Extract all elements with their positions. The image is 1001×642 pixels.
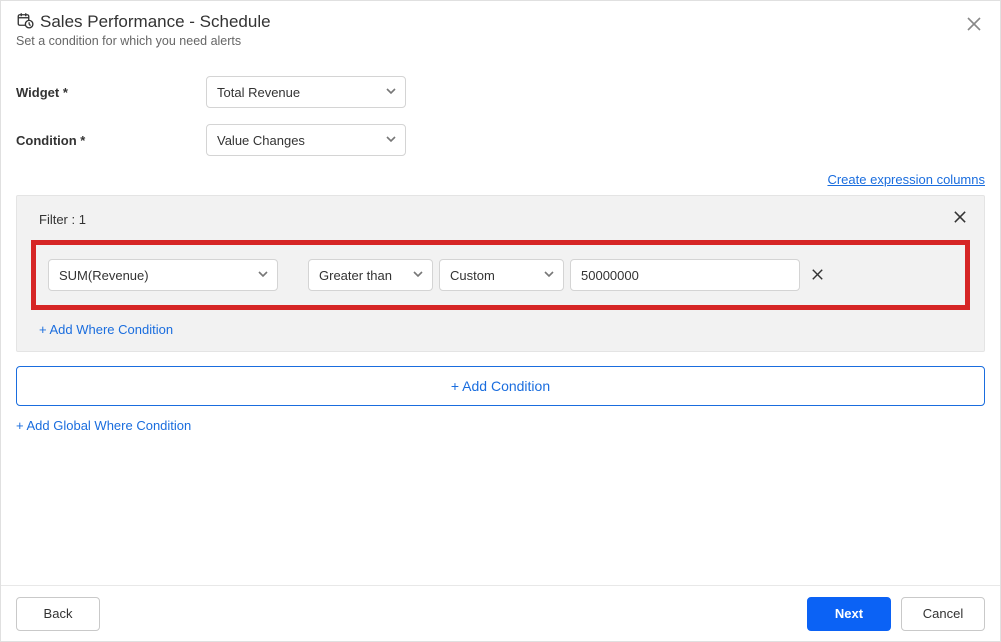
value-input[interactable] xyxy=(570,259,800,291)
add-global-where-link[interactable]: + Add Global Where Condition xyxy=(16,418,191,433)
close-icon[interactable] xyxy=(963,11,985,40)
page-subtitle: Set a condition for which you need alert… xyxy=(16,34,963,48)
condition-row: Condition * Value Changes xyxy=(16,124,985,156)
filter-title: Filter : 1 xyxy=(39,212,86,227)
column-value: SUM(Revenue) xyxy=(59,268,149,283)
filter-panel: Filter : 1 SUM(Revenue) xyxy=(16,195,985,352)
add-where-condition-link[interactable]: + Add Where Condition xyxy=(31,322,173,337)
dialog-footer: Back Next Cancel xyxy=(1,585,1000,641)
condition-value: Value Changes xyxy=(217,133,305,148)
widget-select[interactable]: Total Revenue xyxy=(206,76,406,108)
filter-value-group: Greater than Custom xyxy=(308,259,829,291)
widget-label: Widget * xyxy=(16,85,206,100)
form-area: Widget * Total Revenue Condition * Value… xyxy=(16,76,985,156)
filter-column-group: SUM(Revenue) xyxy=(48,259,278,291)
cancel-label: Cancel xyxy=(923,606,963,621)
column-select[interactable]: SUM(Revenue) xyxy=(48,259,278,291)
condition-label: Condition * xyxy=(16,133,206,148)
add-condition-label: + Add Condition xyxy=(451,378,550,394)
chevron-down-icon xyxy=(543,268,555,283)
widget-value: Total Revenue xyxy=(217,85,300,100)
value-type-select[interactable]: Custom xyxy=(439,259,564,291)
chevron-down-icon xyxy=(257,268,269,283)
widget-row: Widget * Total Revenue xyxy=(16,76,985,108)
calendar-clock-icon xyxy=(16,11,34,32)
header-left: Sales Performance - Schedule Set a condi… xyxy=(16,11,963,48)
dialog-header: Sales Performance - Schedule Set a condi… xyxy=(16,11,985,48)
create-expression-columns-link[interactable]: Create expression columns xyxy=(827,172,985,187)
chevron-down-icon xyxy=(385,85,397,100)
operator-select[interactable]: Greater than xyxy=(308,259,433,291)
chevron-down-icon xyxy=(385,133,397,148)
chevron-down-icon xyxy=(412,268,424,283)
filter-condition-row-highlight: SUM(Revenue) Greater than Custom xyxy=(31,240,970,310)
schedule-dialog: Sales Performance - Schedule Set a condi… xyxy=(0,0,1001,642)
dialog-body: Sales Performance - Schedule Set a condi… xyxy=(1,1,1000,585)
expression-link-row: Create expression columns xyxy=(16,172,985,187)
operator-value: Greater than xyxy=(319,268,392,283)
next-button[interactable]: Next xyxy=(807,597,891,631)
condition-select[interactable]: Value Changes xyxy=(206,124,406,156)
filter-header: Filter : 1 xyxy=(31,206,970,232)
footer-right: Next Cancel xyxy=(807,597,985,631)
remove-filter-button[interactable] xyxy=(950,206,970,232)
next-label: Next xyxy=(835,606,863,621)
add-condition-button[interactable]: + Add Condition xyxy=(16,366,985,406)
back-button[interactable]: Back xyxy=(16,597,100,631)
page-title: Sales Performance - Schedule xyxy=(40,12,271,32)
value-type: Custom xyxy=(450,268,495,283)
title-line: Sales Performance - Schedule xyxy=(16,11,963,32)
back-label: Back xyxy=(44,606,73,621)
remove-condition-button[interactable] xyxy=(806,267,829,284)
cancel-button[interactable]: Cancel xyxy=(901,597,985,631)
